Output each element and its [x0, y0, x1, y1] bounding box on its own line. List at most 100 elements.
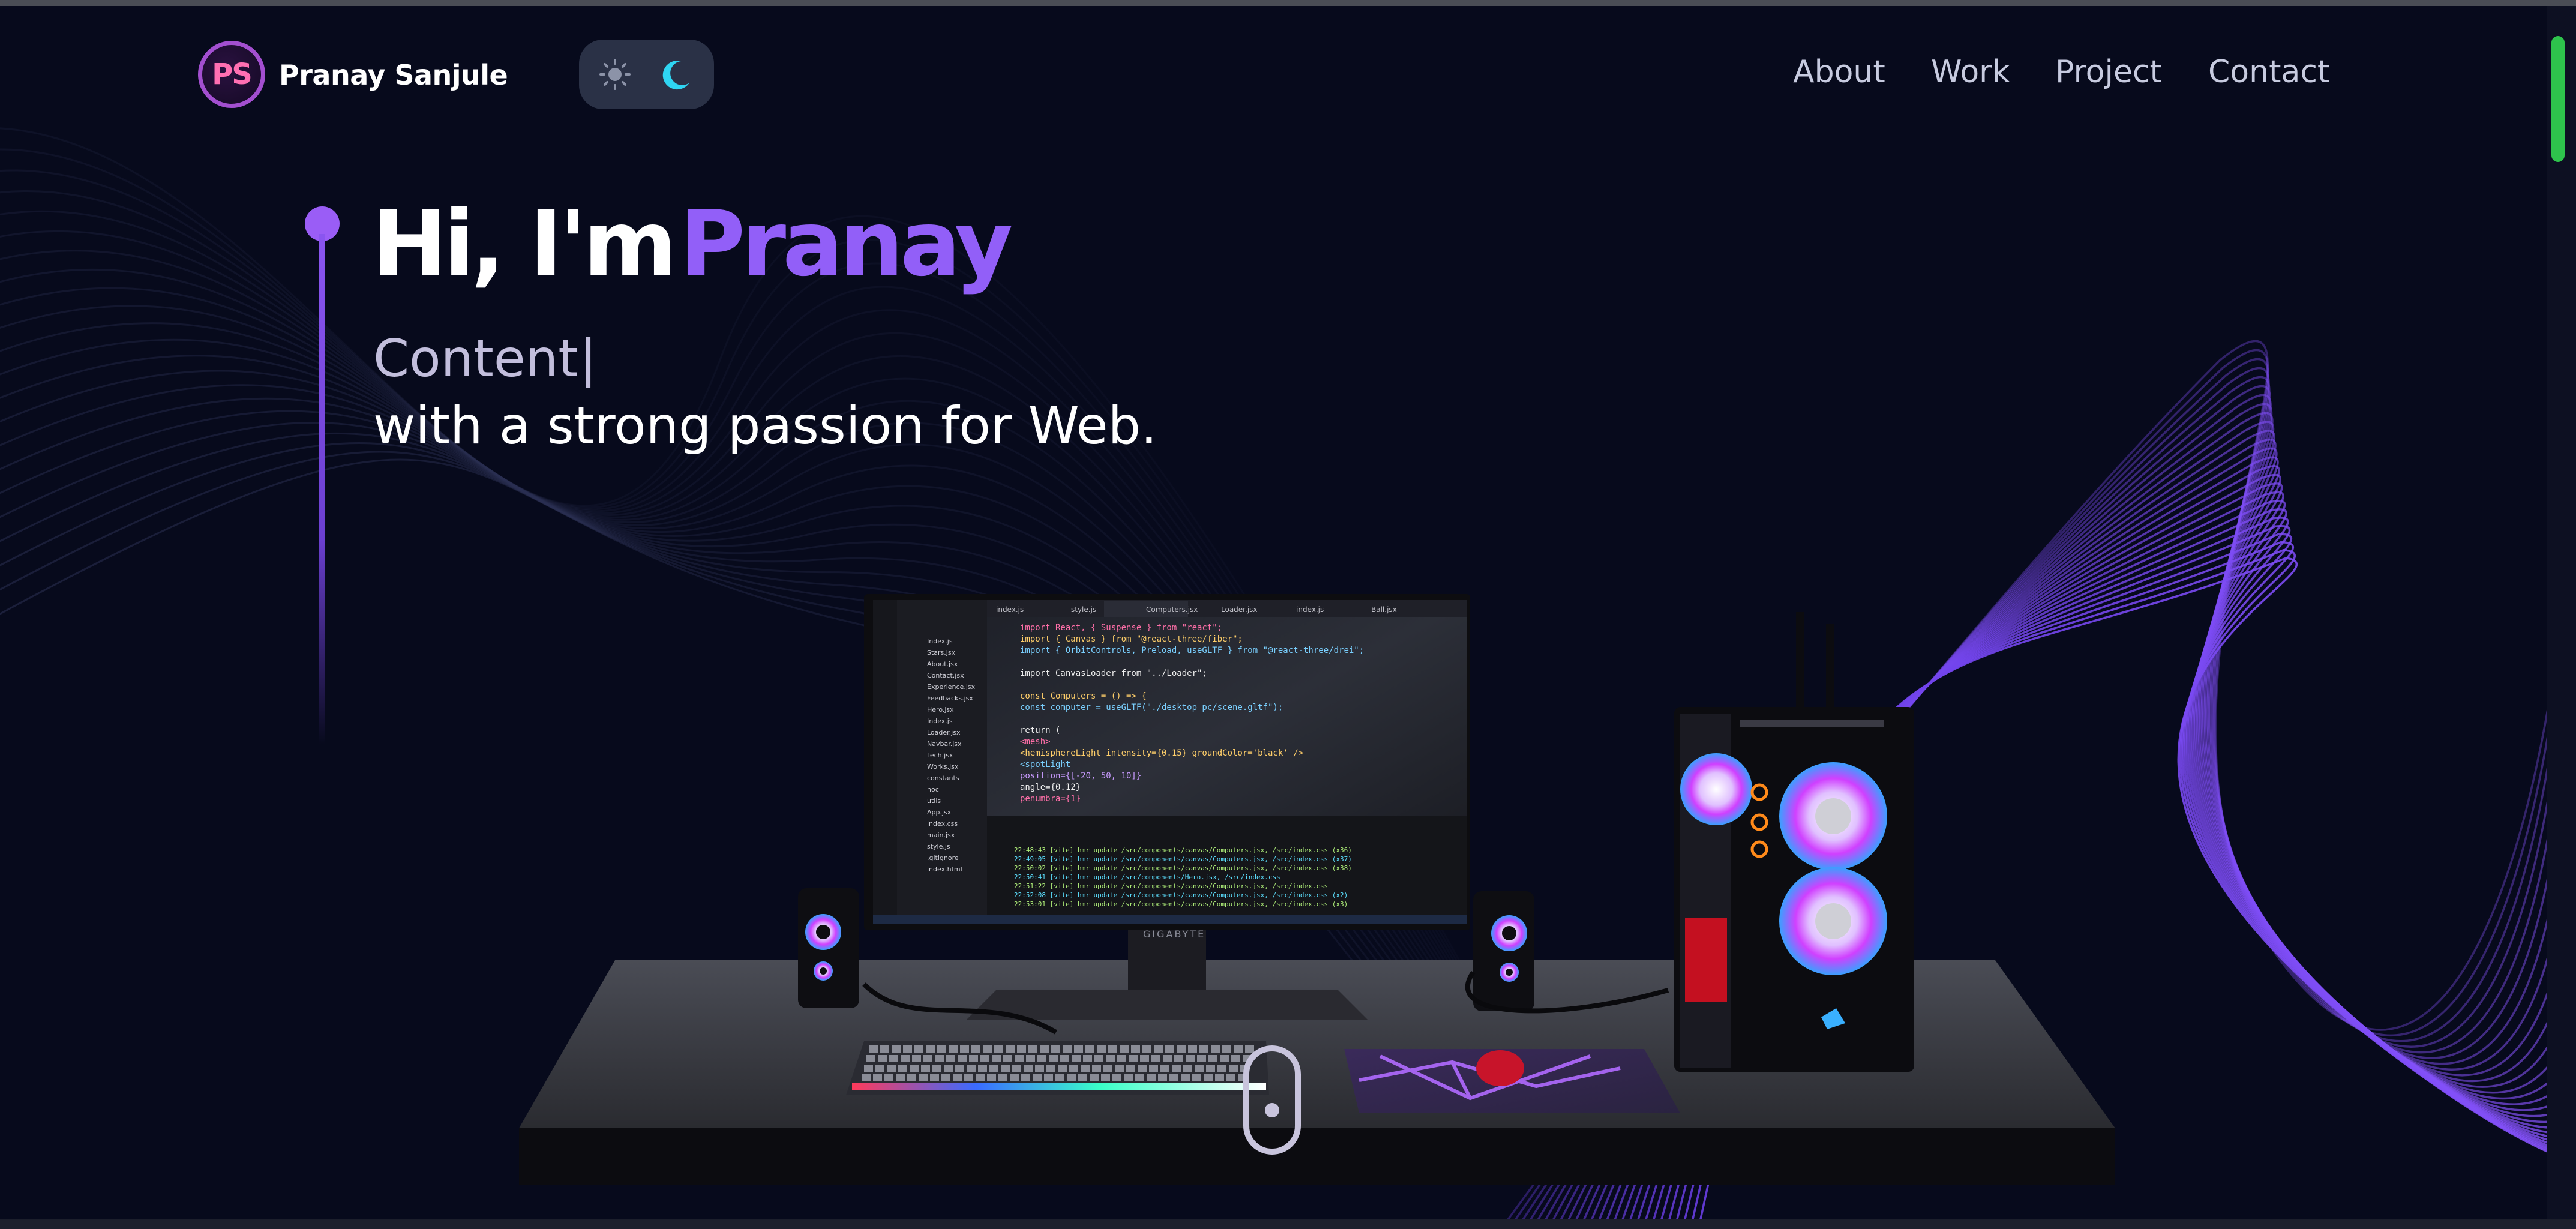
keyboard-key: [1115, 1065, 1124, 1072]
mouse: [1476, 1050, 1524, 1086]
keyboard-key: [1231, 1055, 1240, 1062]
code-line: <mesh>: [1020, 737, 1051, 747]
editor-tab: Ball.jsx: [1371, 605, 1397, 614]
keyboard-key: [1101, 1074, 1110, 1081]
keyboard-key: [1081, 1065, 1090, 1072]
keyboard-key: [1160, 1065, 1169, 1072]
file-tree-item: Index.js: [927, 717, 953, 725]
keyboard-key: [998, 1074, 1007, 1081]
terminal-line: 22:49:05 [vite] hmr update /src/componen…: [1014, 855, 1352, 863]
site-logo[interactable]: PS: [198, 41, 265, 108]
keyboard-key: [953, 1074, 962, 1081]
keyboard-key: [1108, 1045, 1117, 1053]
file-tree-item: .gitignore: [927, 854, 959, 862]
keyboard-key: [1135, 1074, 1144, 1081]
browser-bottom-edge: [0, 1219, 2576, 1229]
keyboard-key: [946, 1055, 955, 1062]
keyboard-key: [932, 1065, 941, 1072]
terminal-line: 22:51:22 [vite] hmr update /src/componen…: [1014, 882, 1328, 890]
keyboard-key: [955, 1065, 964, 1072]
file-tree-item: Navbar.jsx: [927, 740, 962, 748]
keyboard-key: [1026, 1055, 1035, 1062]
nav-link-about[interactable]: About: [1793, 54, 1885, 90]
nav-link-project[interactable]: Project: [2055, 54, 2162, 90]
file-tree-item: Index.js: [927, 637, 953, 645]
portfolio-page: GIGABYTE import React, { Suspense } from…: [0, 0, 2576, 1229]
editor-tab: index.js: [1296, 605, 1324, 614]
code-line: return (: [1020, 726, 1060, 735]
code-line: import CanvasLoader from "../Loader";: [1020, 669, 1207, 678]
file-tree-item: main.jsx: [927, 831, 955, 839]
brand-name[interactable]: Pranay Sanjule: [279, 59, 508, 91]
keyboard-key: [1197, 1055, 1206, 1062]
terminal-line: 22:48:43 [vite] hmr update /src/componen…: [1014, 846, 1352, 854]
hero-tagline: with a strong passion for Web.: [373, 396, 1157, 456]
theme-toggle[interactable]: [579, 40, 714, 109]
keyboard-key: [1028, 1045, 1037, 1053]
keyboard-key: [1083, 1055, 1092, 1062]
page-scrollbar[interactable]: [2547, 6, 2576, 1219]
keyboard-key: [976, 1074, 985, 1081]
keyboard-key: [935, 1055, 944, 1062]
keyboard-key: [1188, 1045, 1197, 1053]
keyboard-key: [1094, 1055, 1103, 1062]
keyboard-key: [1015, 1055, 1024, 1062]
keyboard-key: [1208, 1055, 1217, 1062]
keyboard-key: [971, 1045, 980, 1053]
keyboard-key: [869, 1045, 878, 1053]
code-line: import { Canvas } from "@react-three/fib…: [1020, 634, 1243, 644]
hero-timeline-line: [319, 234, 325, 744]
keyboard-key: [941, 1074, 950, 1081]
hero-title: Hi, I'mPranay: [372, 192, 1013, 300]
keyboard-key: [1072, 1055, 1081, 1062]
keyboard-key: [992, 1055, 1001, 1062]
hero-typed-text: Content|: [373, 329, 597, 389]
editor-tab: index.js: [996, 605, 1024, 614]
page-scrollbar-thumb[interactable]: [2551, 36, 2565, 162]
typing-caret: |: [580, 329, 598, 389]
scroll-down-indicator[interactable]: [1243, 1045, 1301, 1155]
code-line: import { OrbitControls, Preload, useGLTF…: [1020, 646, 1364, 655]
keyboard-key: [1149, 1065, 1158, 1072]
keyboard-key: [1245, 1045, 1254, 1053]
code-line: angle={0.12}: [1020, 783, 1081, 792]
keyboard-key: [989, 1065, 998, 1072]
keyboard-key: [1183, 1065, 1192, 1072]
terminal-line: 22:50:02 [vite] hmr update /src/componen…: [1014, 864, 1352, 872]
keyboard-key: [901, 1055, 910, 1062]
keyboard-key: [960, 1045, 969, 1053]
keyboard-key: [987, 1074, 996, 1081]
sun-icon[interactable]: [598, 58, 632, 91]
editor-tab: Computers.jsx: [1146, 605, 1198, 614]
keyboard-key: [862, 1074, 871, 1081]
file-tree-item: About.jsx: [927, 660, 958, 668]
file-tree-item: App.jsx: [927, 808, 952, 816]
keyboard-key: [964, 1074, 973, 1081]
file-tree-item: Loader.jsx: [927, 729, 961, 736]
monitor-stand-base: [966, 990, 1368, 1020]
moon-icon[interactable]: [657, 56, 694, 94]
keyboard-key: [1012, 1065, 1021, 1072]
keyboard-key: [1186, 1055, 1195, 1062]
keyboard-key: [903, 1045, 912, 1053]
right-speaker: [1473, 891, 1534, 1011]
keyboard-key: [884, 1074, 893, 1081]
keyboard-key: [978, 1065, 987, 1072]
file-tree-item: Contact.jsx: [927, 672, 964, 679]
keyboard-key: [1151, 1055, 1160, 1062]
keyboard-key: [1192, 1074, 1201, 1081]
keyboard-key: [923, 1055, 932, 1062]
keyboard-key: [958, 1055, 967, 1062]
keyboard-key: [912, 1055, 921, 1062]
keyboard-key: [1069, 1065, 1078, 1072]
keyboard-key: [910, 1065, 919, 1072]
file-tree-item: Experience.jsx: [927, 683, 976, 691]
keyboard-key: [1140, 1055, 1149, 1062]
terminal-line: 22:53:01 [vite] hmr update /src/componen…: [1014, 900, 1348, 908]
keyboard-key: [1124, 1074, 1133, 1081]
keyboard-key: [889, 1055, 898, 1062]
keyboard-key: [892, 1045, 901, 1053]
nav-link-work[interactable]: Work: [1931, 54, 2010, 90]
keyboard-key: [919, 1074, 928, 1081]
nav-link-contact[interactable]: Contact: [2208, 54, 2329, 90]
